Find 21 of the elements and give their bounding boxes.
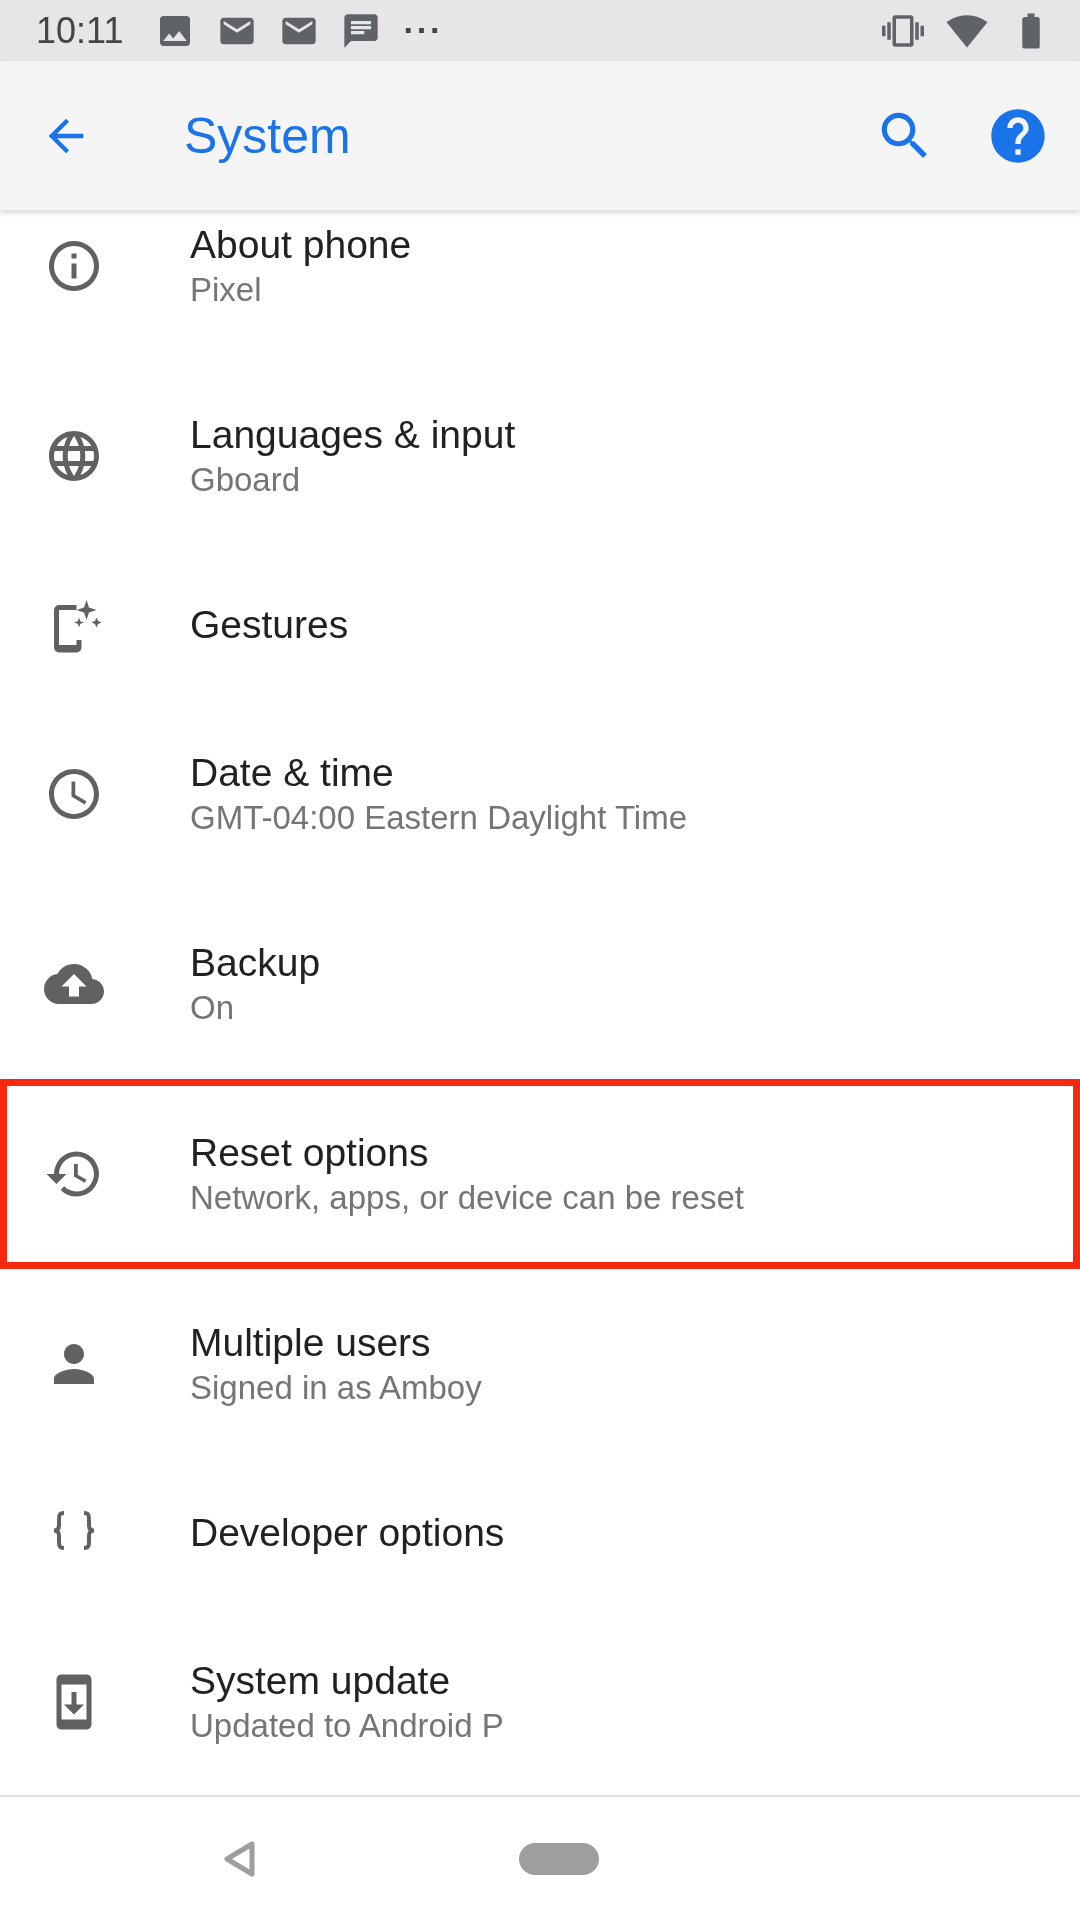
setting-title[interactable]: Backup [190, 941, 321, 985]
setting-summary: Gboard [190, 461, 302, 499]
setting-summary: Network, apps, or device can be reset [190, 1179, 744, 1217]
setting-title[interactable]: Date & time [190, 751, 688, 795]
page-title: System [184, 106, 352, 165]
clock-time: 10:11 [36, 9, 124, 52]
setting-summary: GMT-04:00 Eastern Daylight Time [190, 799, 688, 837]
setting-summary: Signed in as Amboy [190, 1369, 482, 1407]
setting-title[interactable]: Gestures [190, 603, 349, 647]
setting-title[interactable]: System update [190, 1659, 504, 1703]
setting-summary: Pixel [190, 271, 263, 309]
back-triangle-icon[interactable] [222, 1839, 256, 1878]
setting-title[interactable]: Reset options [190, 1131, 744, 1175]
more-notifications: ··· [403, 11, 444, 50]
setting-title[interactable]: Developer options [190, 1511, 505, 1555]
setting-title[interactable]: Languages & input [190, 413, 516, 457]
setting-summary: Updated to Android P [190, 1707, 504, 1745]
home-pill[interactable] [519, 1842, 599, 1875]
setting-title[interactable]: Multiple users [190, 1321, 482, 1365]
setting-summary: On [190, 989, 236, 1027]
setting-title[interactable]: About phone [190, 223, 412, 267]
